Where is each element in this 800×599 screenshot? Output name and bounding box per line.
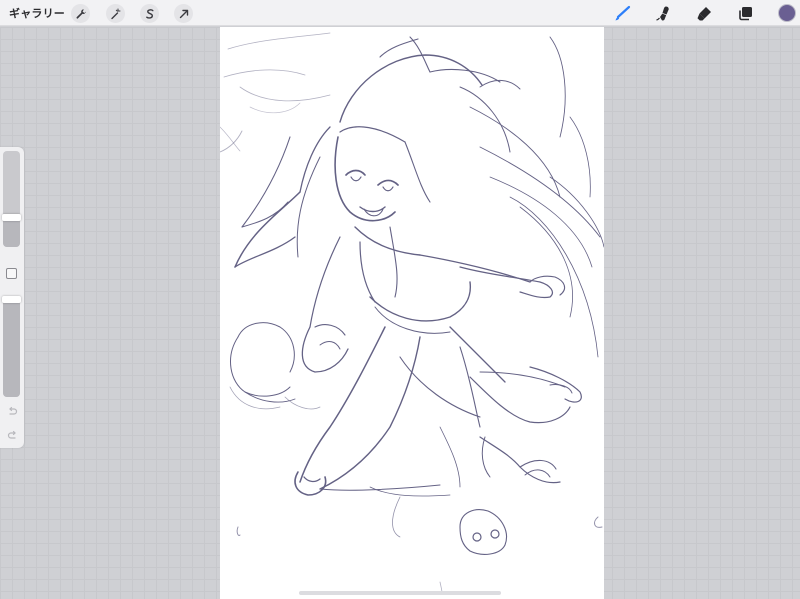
magic-wand-icon bbox=[110, 8, 120, 19]
top-toolbar: ギャラリー bbox=[0, 0, 800, 26]
layers-button[interactable] bbox=[735, 3, 755, 23]
selection-button[interactable] bbox=[140, 4, 159, 23]
smudge-tool-button[interactable] bbox=[653, 3, 673, 23]
eraser-icon bbox=[697, 6, 711, 20]
redo-arrow-icon bbox=[7, 430, 16, 439]
sidebar bbox=[0, 147, 24, 448]
brush-icon bbox=[615, 5, 630, 20]
modify-button[interactable] bbox=[6, 268, 17, 279]
smudge-icon bbox=[655, 6, 669, 21]
drawing-canvas[interactable] bbox=[220, 27, 604, 599]
undo-button[interactable] bbox=[5, 404, 19, 418]
opacity-fill bbox=[3, 296, 20, 397]
redo-button[interactable] bbox=[5, 428, 19, 442]
opacity-thumb[interactable] bbox=[2, 296, 21, 303]
gallery-button[interactable]: ギャラリー bbox=[9, 5, 65, 21]
color-picker-button[interactable] bbox=[778, 4, 796, 22]
layers-icon bbox=[738, 6, 752, 20]
transform-button[interactable] bbox=[174, 4, 193, 23]
sketch-artwork bbox=[220, 32, 604, 594]
adjustments-button[interactable] bbox=[106, 4, 125, 23]
brush-size-fill bbox=[3, 217, 20, 247]
actions-button[interactable] bbox=[71, 4, 90, 23]
wrench-icon bbox=[76, 8, 86, 19]
brush-size-thumb[interactable] bbox=[2, 214, 21, 221]
brush-tool-button[interactable] bbox=[612, 3, 632, 23]
undo-arrow-icon bbox=[8, 406, 17, 415]
eraser-tool-button[interactable] bbox=[694, 3, 714, 23]
opacity-slider[interactable] bbox=[2, 296, 21, 397]
selection-s-icon bbox=[145, 8, 153, 19]
home-indicator bbox=[299, 591, 501, 595]
move-arrow-icon bbox=[179, 9, 188, 18]
brush-size-slider[interactable] bbox=[2, 151, 21, 247]
